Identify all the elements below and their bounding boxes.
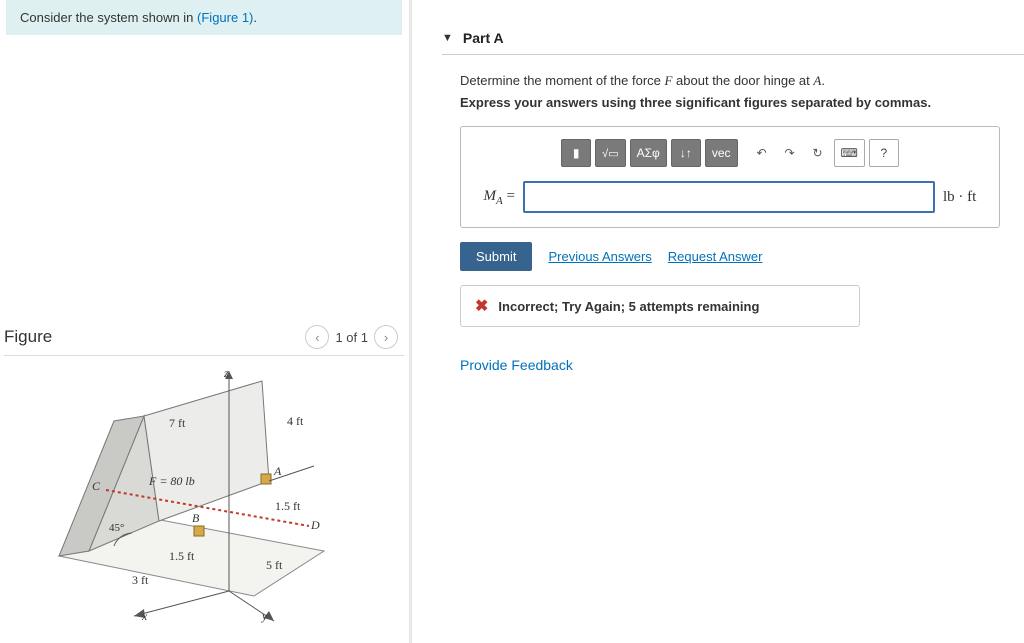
prompt-suffix: . xyxy=(253,10,257,25)
answer-input[interactable] xyxy=(523,181,935,213)
greek-tool-button[interactable]: ΑΣφ xyxy=(630,139,667,167)
figure-link[interactable]: (Figure 1) xyxy=(197,10,253,25)
point-c-label: C xyxy=(92,479,100,494)
figure-pager: ‹ 1 of 1 › xyxy=(305,325,398,349)
vector-tool-button[interactable]: vec xyxy=(705,139,738,167)
provide-feedback-link[interactable]: Provide Feedback xyxy=(460,357,994,373)
submit-row: Submit Previous Answers Request Answer xyxy=(460,242,994,271)
point-a-label: A xyxy=(274,464,281,479)
next-figure-button[interactable]: › xyxy=(374,325,398,349)
submit-button[interactable]: Submit xyxy=(460,242,532,271)
point-d-label: D xyxy=(311,518,320,533)
feedback-box: ✖ Incorrect; Try Again; 5 attempts remai… xyxy=(460,285,860,327)
figure-header: Figure ‹ 1 of 1 › xyxy=(0,325,408,355)
keyboard-button[interactable]: ⌨ xyxy=(834,139,865,167)
units-label: lb · ft xyxy=(943,189,985,206)
problem-prompt: Consider the system shown in (Figure 1). xyxy=(6,0,402,35)
figure-canvas: z y x 7 ft 4 ft F = 80 lb C A B D 1.5 ft… xyxy=(14,366,394,626)
question-body: Determine the moment of the force F abou… xyxy=(412,55,1024,373)
previous-answers-link[interactable]: Previous Answers xyxy=(548,249,651,264)
reset-button[interactable]: ↻ xyxy=(806,139,830,167)
dim-1.5ft-upper: 1.5 ft xyxy=(275,499,300,514)
question-text: Determine the moment of the force F abou… xyxy=(460,73,994,89)
subscript-tool-button[interactable]: ↓↑ xyxy=(671,139,701,167)
dim-5ft: 5 ft xyxy=(266,558,282,573)
part-title: Part A xyxy=(463,30,504,46)
figure-svg xyxy=(14,366,394,626)
prev-figure-button[interactable]: ‹ xyxy=(305,325,329,349)
axis-z-label: z xyxy=(224,366,229,381)
dim-4ft: 4 ft xyxy=(287,414,303,429)
radical-tool-button[interactable]: √▭ xyxy=(595,139,625,167)
undo-button[interactable]: ↶ xyxy=(750,139,774,167)
answer-box: ▮ √▭ ΑΣφ ↓↑ vec ↶ ↷ ↻ ⌨ ? MA = lb · ft xyxy=(460,126,1000,228)
pager-text: 1 of 1 xyxy=(335,330,368,345)
axis-y-label: y xyxy=(262,609,267,624)
redo-button[interactable]: ↷ xyxy=(778,139,802,167)
help-button[interactable]: ? xyxy=(869,139,899,167)
feedback-text: Incorrect; Try Again; 5 attempts remaini… xyxy=(498,299,759,314)
figure-title: Figure xyxy=(4,327,52,347)
dim-3ft: 3 ft xyxy=(132,573,148,588)
figure-rule xyxy=(4,355,404,356)
dim-1.5ft-lower: 1.5 ft xyxy=(169,549,194,564)
answer-input-row: MA = lb · ft xyxy=(475,181,985,213)
instruction-text: Express your answers using three signifi… xyxy=(460,95,994,110)
collapse-caret-icon: ▼ xyxy=(442,32,453,44)
incorrect-icon: ✖ xyxy=(475,296,488,316)
prompt-prefix: Consider the system shown in xyxy=(20,10,197,25)
axis-x-label: x xyxy=(142,609,147,624)
variable-label: MA = xyxy=(475,188,515,207)
angle-label: 45° xyxy=(109,522,124,534)
point-b-label: B xyxy=(192,511,199,526)
dim-7ft: 7 ft xyxy=(169,416,185,431)
fraction-tool-button[interactable]: ▮ xyxy=(561,139,591,167)
force-label: F = 80 lb xyxy=(149,474,195,489)
part-header[interactable]: ▼ Part A xyxy=(412,0,1024,54)
request-answer-link[interactable]: Request Answer xyxy=(668,249,763,264)
equation-toolbar: ▮ √▭ ΑΣφ ↓↑ vec ↶ ↷ ↻ ⌨ ? xyxy=(475,139,985,167)
